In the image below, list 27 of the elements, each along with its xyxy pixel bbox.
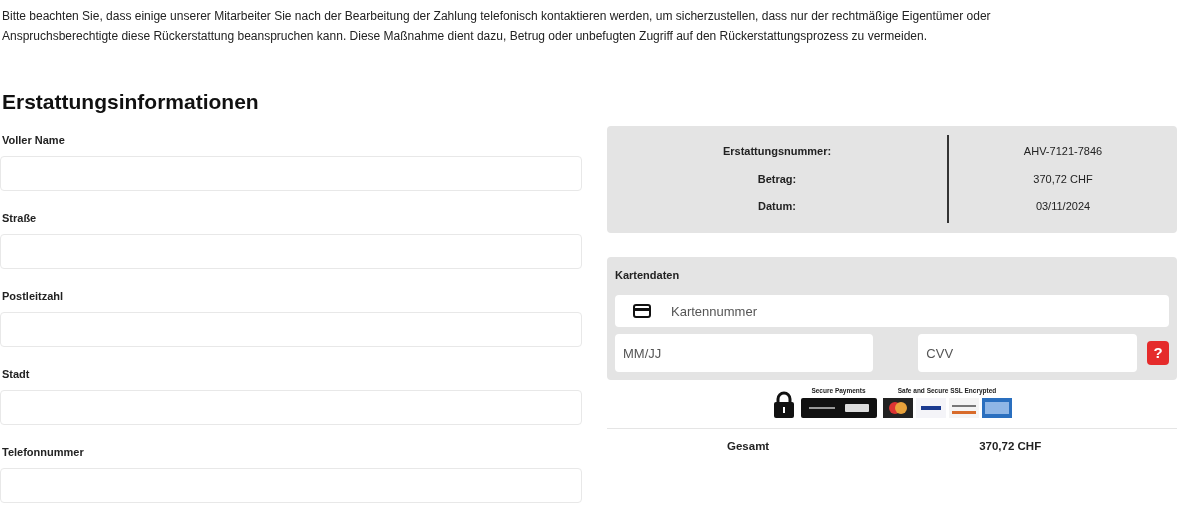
- card-title: Kartendaten: [615, 267, 680, 283]
- cvv-field[interactable]: CVV: [918, 334, 1138, 372]
- field-label: Stadt: [2, 366, 30, 382]
- help-button[interactable]: ?: [1147, 341, 1169, 365]
- card-logo-icon: [882, 397, 913, 418]
- card-logo-icon: [948, 397, 979, 418]
- summary-label: Erstattungsnummer:: [722, 144, 832, 160]
- expiry-field[interactable]: MM/JJ: [615, 334, 874, 372]
- notice-text: Bitte beachten Sie, dass einige unserer Mitarbeiter Sie nach der Bearbeitung der Zahlung telefonisch kontaktieren werden, um sicherzustellen, dass nur der rechtmäßige Eigentümer oder Anspruchsberechtigte diese Rückerstattung beanspruchen kann. Diese Maßnahme dient dazu, Betrug oder unbefugten Zugriff auf den Rückerstattungsprozess zu vermeiden.: [1, 8, 992, 45]
- credit-card-icon: [633, 304, 651, 318]
- field-label: Straße: [2, 210, 37, 226]
- field-label: Voller Name: [2, 132, 65, 148]
- summary-value: 03/11/2024: [1035, 199, 1091, 215]
- card-number-field[interactable]: Kartennummer: [615, 295, 1169, 327]
- payment-badge-icon: [800, 397, 877, 418]
- field-label: Telefonnummer: [2, 444, 84, 460]
- summary-label: Datum:: [758, 199, 796, 215]
- summary-label: Betrag:: [757, 171, 797, 187]
- field-label: Postleitzahl: [2, 288, 64, 304]
- card-logo-icon: [915, 397, 946, 418]
- card-logo-icon: [981, 397, 1012, 418]
- summary-value: AHV-7121-7846: [1023, 144, 1103, 160]
- total-value: 370,72 CHF: [979, 438, 1042, 454]
- padlock-icon: [772, 390, 795, 418]
- total-label: Gesamt: [727, 438, 770, 454]
- section-heading: Erstattungsinformationen: [2, 89, 259, 115]
- summary-value: 370,72 CHF: [1033, 171, 1093, 187]
